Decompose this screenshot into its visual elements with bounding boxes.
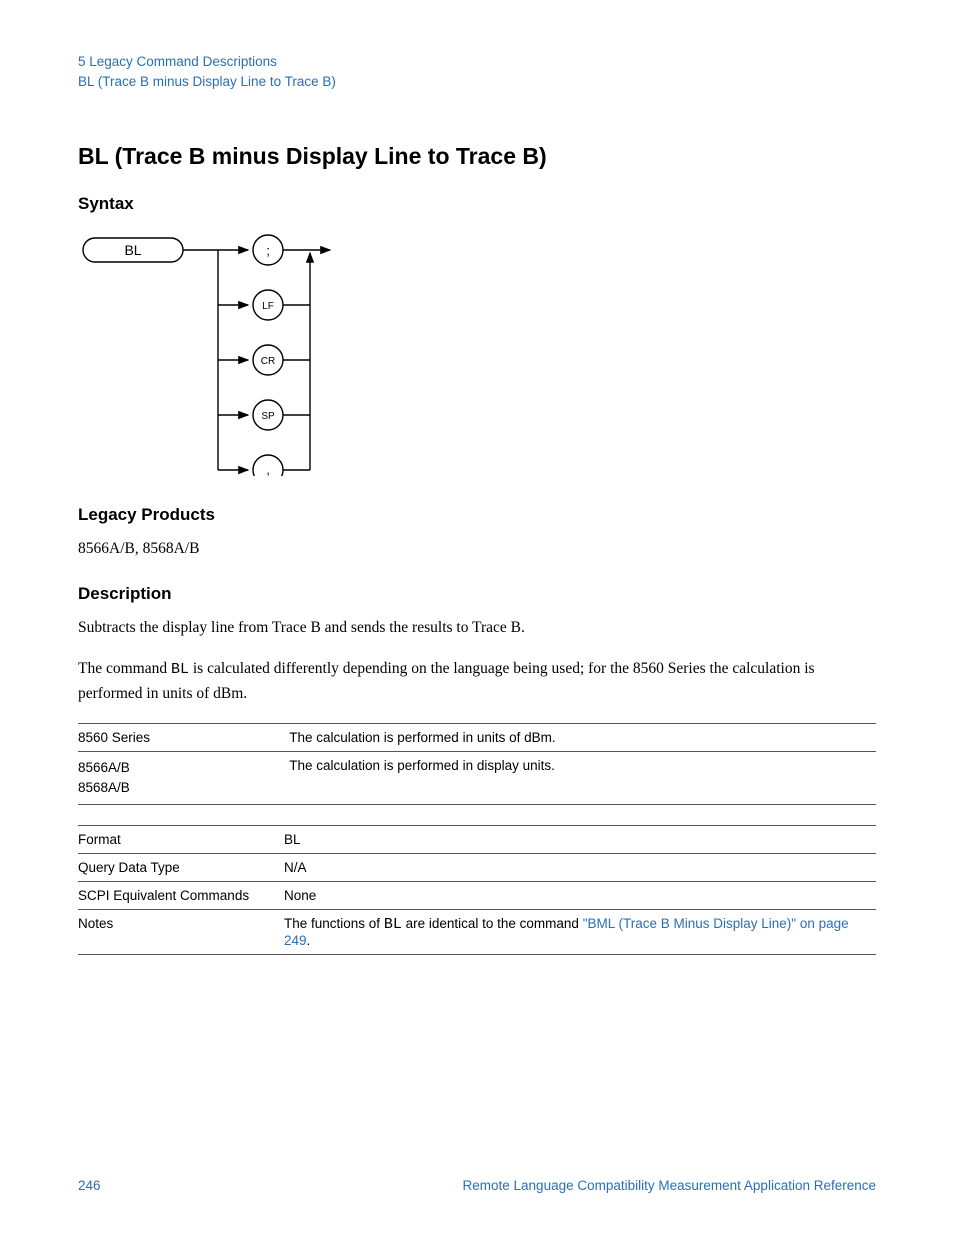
- page-number: 246: [78, 1178, 101, 1193]
- document-title: Remote Language Compatibility Measuremen…: [463, 1178, 876, 1193]
- desc-p2-prefix: The command: [78, 660, 171, 677]
- page-footer: 246 Remote Language Compatibility Measur…: [78, 1178, 876, 1193]
- svg-text:,: ,: [266, 462, 270, 476]
- svg-text:SP: SP: [261, 411, 275, 422]
- page-title: BL (Trace B minus Display Line to Trace …: [78, 143, 876, 170]
- breadcrumb: 5 Legacy Command Descriptions BL (Trace …: [78, 52, 876, 93]
- prop-query-key: Query Data Type: [78, 854, 284, 882]
- section-syntax: Syntax: [78, 194, 876, 214]
- calc-key-1a: 8566A/B: [78, 758, 263, 778]
- breadcrumb-topic: BL (Trace B minus Display Line to Trace …: [78, 72, 876, 92]
- table-row: SCPI Equivalent Commands None: [78, 882, 876, 910]
- description-paragraph-1: Subtracts the display line from Trace B …: [78, 616, 876, 639]
- syntax-diagram: BL ; LF CR SP: [78, 226, 876, 481]
- prop-notes-key: Notes: [78, 910, 284, 955]
- section-description: Description: [78, 584, 876, 604]
- notes-suffix: .: [307, 933, 311, 948]
- notes-prefix: The functions of: [284, 916, 384, 931]
- legacy-products-text: 8566A/B, 8568A/B: [78, 537, 876, 560]
- prop-query-val: N/A: [284, 854, 876, 882]
- svg-text:;: ;: [266, 243, 270, 258]
- page: 5 Legacy Command Descriptions BL (Trace …: [0, 0, 954, 1235]
- table-row: Format BL: [78, 826, 876, 854]
- table-row: Query Data Type N/A: [78, 854, 876, 882]
- desc-p2-code: BL: [171, 661, 189, 678]
- notes-mid: are identical to the command: [402, 916, 583, 931]
- table-row: 8560 Series The calculation is performed…: [78, 723, 876, 751]
- prop-scpi-val: None: [284, 882, 876, 910]
- table-row: Notes The functions of BL are identical …: [78, 910, 876, 955]
- notes-code: BL: [384, 916, 402, 933]
- table-row: 8566A/B 8568A/B The calculation is perfo…: [78, 751, 876, 805]
- prop-scpi-key: SCPI Equivalent Commands: [78, 882, 284, 910]
- svg-text:LF: LF: [262, 301, 274, 312]
- prop-notes-val: The functions of BL are identical to the…: [284, 910, 876, 955]
- prop-format-val: BL: [284, 826, 876, 854]
- calc-val-1: The calculation is performed in display …: [289, 751, 876, 805]
- prop-format-key: Format: [78, 826, 284, 854]
- section-legacy-products: Legacy Products: [78, 505, 876, 525]
- calculation-table: 8560 Series The calculation is performed…: [78, 723, 876, 806]
- properties-table: Format BL Query Data Type N/A SCPI Equiv…: [78, 825, 876, 955]
- description-paragraph-2: The command BL is calculated differently…: [78, 657, 876, 705]
- desc-p2-suffix: is calculated differently depending on t…: [78, 660, 815, 702]
- svg-text:CR: CR: [261, 356, 275, 367]
- calc-val-0: The calculation is performed in units of…: [289, 723, 876, 751]
- svg-text:BL: BL: [124, 242, 141, 258]
- calc-key-1b: 8568A/B: [78, 778, 263, 798]
- calc-key-1: 8566A/B 8568A/B: [78, 751, 289, 805]
- breadcrumb-chapter: 5 Legacy Command Descriptions: [78, 52, 876, 72]
- calc-key-0: 8560 Series: [78, 723, 289, 751]
